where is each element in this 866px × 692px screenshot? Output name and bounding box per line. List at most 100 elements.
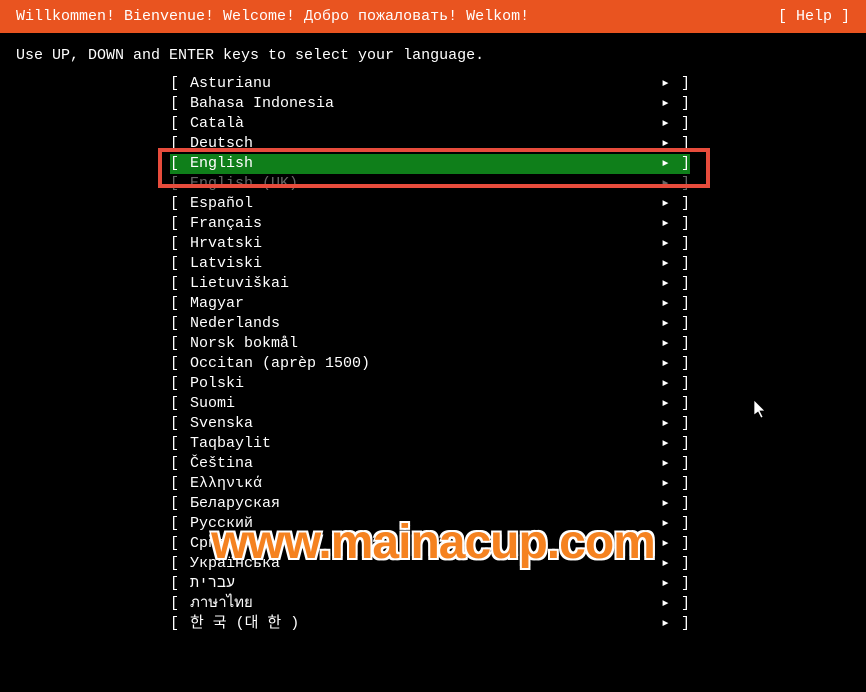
chevron-right-icon: ▸ [658,334,670,354]
bracket-right: ] [670,374,690,394]
language-label: Deutsch [190,134,658,154]
language-item[interactable]: [Polski▸] [0,374,866,394]
bracket-left: [ [170,494,190,514]
language-label: Français [190,214,658,234]
language-item[interactable]: [Français▸] [0,214,866,234]
language-item[interactable]: [Русский▸] [0,514,866,534]
language-item[interactable]: [Suomi▸] [0,394,866,414]
bracket-left: [ [170,334,190,354]
bracket-right: ] [670,394,690,414]
language-label: 한 국 (대 한 ) [190,614,658,634]
bracket-right: ] [670,474,690,494]
language-item[interactable]: [Taqbaylit▸] [0,434,866,454]
language-item[interactable]: [Lietuviškai▸] [0,274,866,294]
bracket-left: [ [170,234,190,254]
language-item[interactable]: [Українська▸] [0,554,866,574]
bracket-right: ] [670,414,690,434]
language-item[interactable]: [עברית▸] [0,574,866,594]
header-bar: Willkommen! Bienvenue! Welcome! Добро по… [0,0,866,33]
language-item[interactable]: [Magyar▸] [0,294,866,314]
bracket-left: [ [170,174,190,194]
language-item[interactable]: [Català▸] [0,114,866,134]
chevron-right-icon: ▸ [658,454,670,474]
bracket-left: [ [170,434,190,454]
chevron-right-icon: ▸ [658,614,670,634]
language-item[interactable]: [Čeština▸] [0,454,866,474]
chevron-right-icon: ▸ [658,94,670,114]
bracket-right: ] [670,454,690,474]
language-label: Bahasa Indonesia [190,94,658,114]
bracket-left: [ [170,534,190,554]
language-label: ภาษาไทย [190,594,658,614]
language-item[interactable]: [Беларуская▸] [0,494,866,514]
instruction-text: Use UP, DOWN and ENTER keys to select yo… [0,33,866,74]
welcome-text: Willkommen! Bienvenue! Welcome! Добро по… [16,8,529,25]
chevron-right-icon: ▸ [658,374,670,394]
chevron-right-icon: ▸ [658,474,670,494]
language-label: Nederlands [190,314,658,334]
bracket-left: [ [170,194,190,214]
bracket-left: [ [170,274,190,294]
language-label: Taqbaylit [190,434,658,454]
bracket-left: [ [170,474,190,494]
bracket-left: [ [170,314,190,334]
chevron-right-icon: ▸ [658,574,670,594]
language-item[interactable]: [Latviski▸] [0,254,866,274]
language-item[interactable]: [한 국 (대 한 )▸] [0,614,866,634]
language-label: Русский [190,514,658,534]
language-item[interactable]: [Nederlands▸] [0,314,866,334]
chevron-right-icon: ▸ [658,134,670,154]
bracket-left: [ [170,294,190,314]
language-item[interactable]: [Српски▸] [0,534,866,554]
bracket-left: [ [170,614,190,634]
bracket-left: [ [170,354,190,374]
bracket-left: [ [170,594,190,614]
language-item[interactable]: [English (UK)▸] [0,174,866,194]
chevron-right-icon: ▸ [658,394,670,414]
bracket-left: [ [170,394,190,414]
language-label: Suomi [190,394,658,414]
bracket-left: [ [170,94,190,114]
chevron-right-icon: ▸ [658,214,670,234]
bracket-right: ] [670,194,690,214]
bracket-right: ] [670,174,690,194]
bracket-right: ] [670,74,690,94]
language-item[interactable]: [Deutsch▸] [0,134,866,154]
language-item[interactable]: [Ελληνικά▸] [0,474,866,494]
language-item[interactable]: [Svenska▸] [0,414,866,434]
bracket-right: ] [670,294,690,314]
bracket-right: ] [670,114,690,134]
language-label: עברית [190,574,658,594]
language-item[interactable]: [Bahasa Indonesia▸] [0,94,866,114]
chevron-right-icon: ▸ [658,274,670,294]
bracket-left: [ [170,414,190,434]
bracket-left: [ [170,154,190,174]
language-item[interactable]: [English▸] [0,154,866,174]
bracket-right: ] [670,154,690,174]
bracket-left: [ [170,554,190,574]
language-label: Occitan (aprèp 1500) [190,354,658,374]
bracket-right: ] [670,494,690,514]
language-item[interactable]: [ภาษาไทย▸] [0,594,866,614]
chevron-right-icon: ▸ [658,434,670,454]
language-item[interactable]: [Norsk bokmål▸] [0,334,866,354]
language-list[interactable]: [Asturianu▸][Bahasa Indonesia▸][Català▸]… [0,74,866,634]
language-item[interactable]: [Español▸] [0,194,866,214]
help-button[interactable]: [ Help ] [778,8,850,25]
bracket-left: [ [170,114,190,134]
bracket-right: ] [670,594,690,614]
bracket-left: [ [170,74,190,94]
chevron-right-icon: ▸ [658,294,670,314]
bracket-left: [ [170,134,190,154]
bracket-right: ] [670,614,690,634]
chevron-right-icon: ▸ [658,154,670,174]
chevron-right-icon: ▸ [658,534,670,554]
language-item[interactable]: [Hrvatski▸] [0,234,866,254]
language-item[interactable]: [Asturianu▸] [0,74,866,94]
chevron-right-icon: ▸ [658,554,670,574]
chevron-right-icon: ▸ [658,74,670,94]
chevron-right-icon: ▸ [658,494,670,514]
language-item[interactable]: [Occitan (aprèp 1500)▸] [0,354,866,374]
bracket-left: [ [170,574,190,594]
chevron-right-icon: ▸ [658,254,670,274]
